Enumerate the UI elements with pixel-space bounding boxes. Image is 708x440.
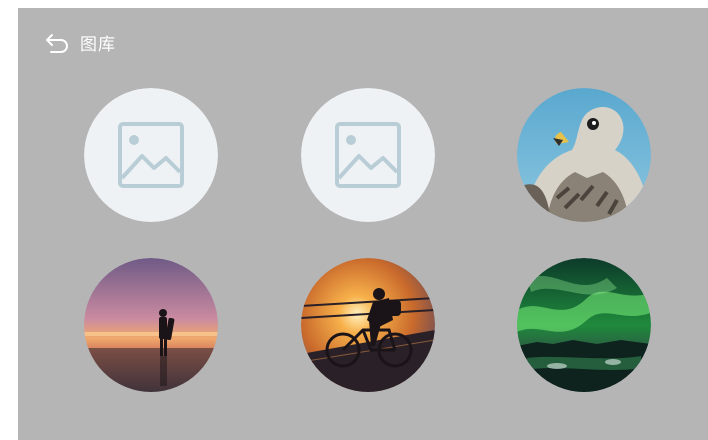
gallery-photo-cyclist[interactable] xyxy=(301,258,435,392)
top-bar: 图库 xyxy=(44,30,116,55)
gallery-photo-falcon[interactable] xyxy=(517,88,651,222)
gallery-screen: 图库 xyxy=(18,8,708,440)
gallery-photo-beach-sunset[interactable] xyxy=(84,258,218,392)
page-title: 图库 xyxy=(80,35,116,55)
gallery-photo-aurora[interactable] xyxy=(517,258,651,392)
back-arrow-icon xyxy=(46,33,68,53)
gallery-item-placeholder-1[interactable] xyxy=(84,88,218,222)
back-button[interactable] xyxy=(44,31,72,55)
gallery-item-placeholder-2[interactable] xyxy=(301,88,435,222)
